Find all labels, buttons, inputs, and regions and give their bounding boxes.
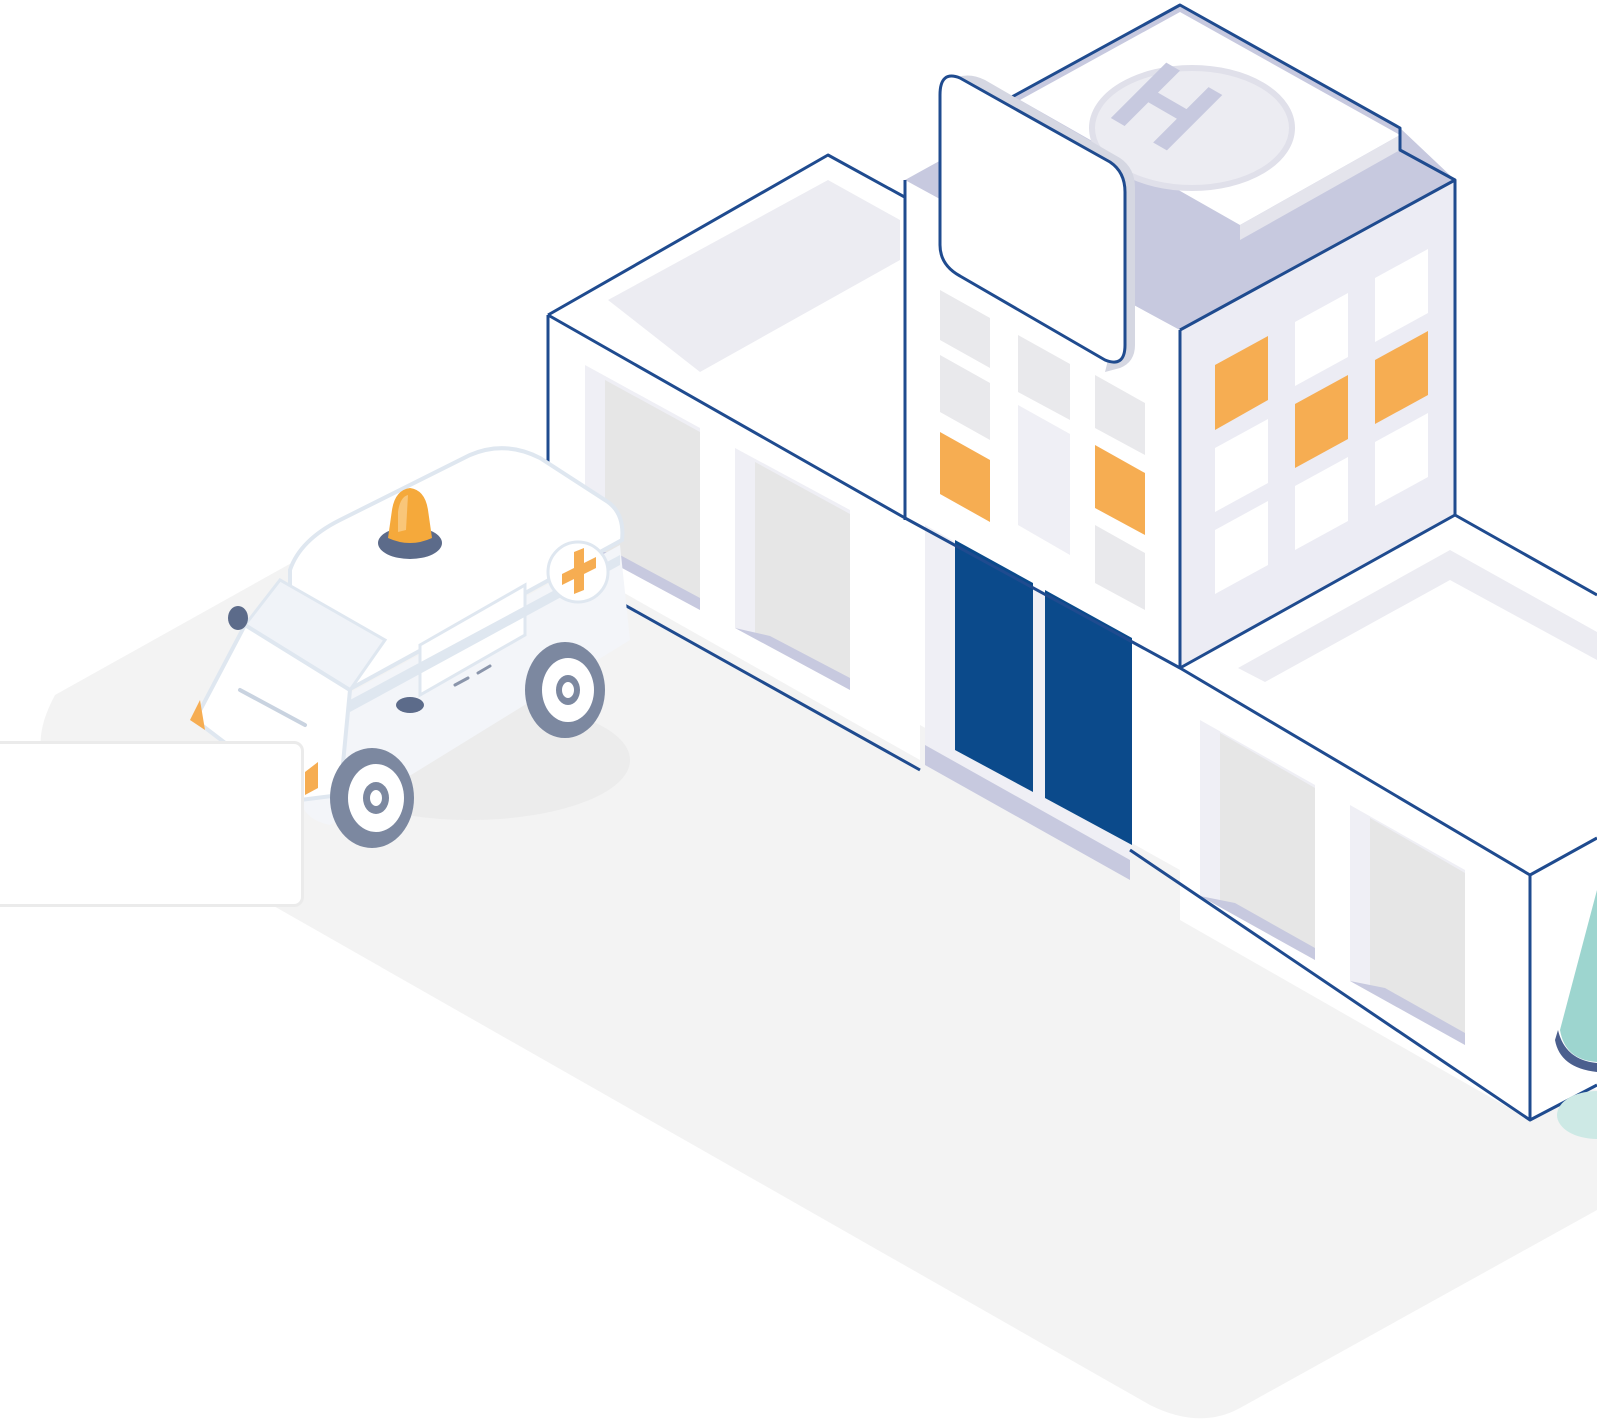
- rear-wheel: [525, 642, 605, 738]
- side-marker: [396, 697, 424, 713]
- side-mirror: [228, 606, 248, 630]
- front-wheel: [330, 748, 414, 848]
- info-card: [0, 741, 304, 907]
- hospital-scene: H: [40, 3, 1597, 1419]
- door-left: [955, 540, 1033, 792]
